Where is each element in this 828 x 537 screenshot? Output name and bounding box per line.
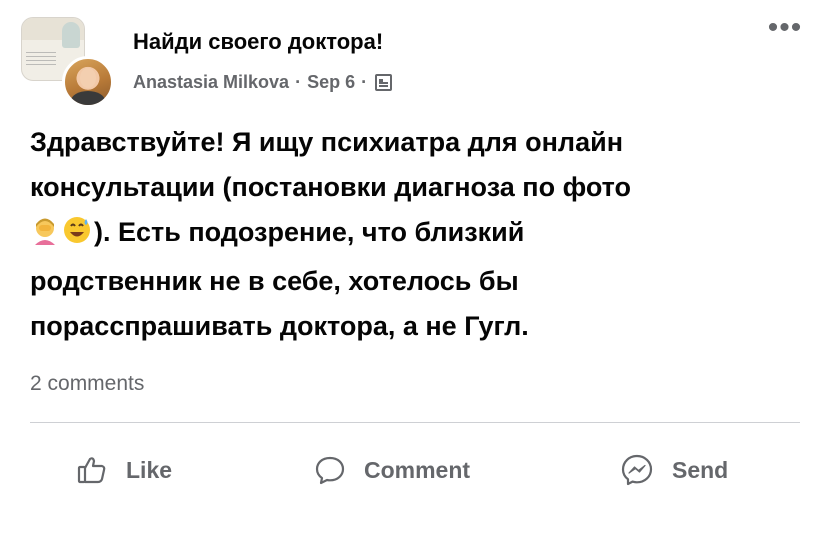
facebook-post: Найди своего доктора! Anastasia Milkova … <box>0 0 828 537</box>
like-label: Like <box>126 456 173 483</box>
grinning-sweat-emoji <box>62 214 92 259</box>
meta-separator: · <box>295 72 302 92</box>
comment-icon <box>315 456 345 485</box>
post-date-link[interactable]: Sep 6 <box>307 72 355 93</box>
post-text-line: консультации (постановки диагноза по фот… <box>30 172 632 202</box>
author-avatar[interactable] <box>62 56 114 108</box>
post-text-line: родственник не в себе, хотелось бы <box>30 266 519 296</box>
messenger-icon <box>621 454 653 486</box>
send-label: Send <box>672 456 729 483</box>
meta-separator: · <box>361 72 368 92</box>
woman-facepalming-emoji <box>30 214 60 259</box>
post-text-line: ). Есть подозрение, что близкий <box>30 210 810 259</box>
thumbs-up-icon <box>77 457 106 484</box>
like-button[interactable]: Like <box>76 448 172 492</box>
group-audience-icon <box>375 74 393 91</box>
post-text: Здравствуйте! Я ищу психиатра для онлайн… <box>30 120 810 349</box>
comment-label: Comment <box>364 456 471 483</box>
send-button[interactable]: Send <box>620 448 728 492</box>
comment-button[interactable]: Comment <box>314 448 470 492</box>
post-meta: Anastasia Milkova · Sep 6 · <box>133 72 393 93</box>
actions-divider <box>30 422 800 423</box>
post-text-line-rest: ). Есть подозрение, что близкий <box>94 217 525 247</box>
author-name-link[interactable]: Anastasia Milkova <box>133 72 289 93</box>
group-avatar-text-lines <box>26 52 56 66</box>
author-avatar-face <box>80 68 96 88</box>
group-avatar-figure <box>62 22 80 48</box>
post-text-line: Здравствуйте! Я ищу психиатра для онлайн <box>30 127 624 157</box>
more-options-icon[interactable]: ••• <box>765 13 805 43</box>
author-avatar-shoulders <box>71 91 105 105</box>
group-name-link[interactable]: Найди своего доктора! <box>133 29 383 55</box>
comments-count-link[interactable]: 2 comments <box>30 372 144 396</box>
post-text-line: порасспрашивать доктора, а не Гугл. <box>30 311 529 341</box>
